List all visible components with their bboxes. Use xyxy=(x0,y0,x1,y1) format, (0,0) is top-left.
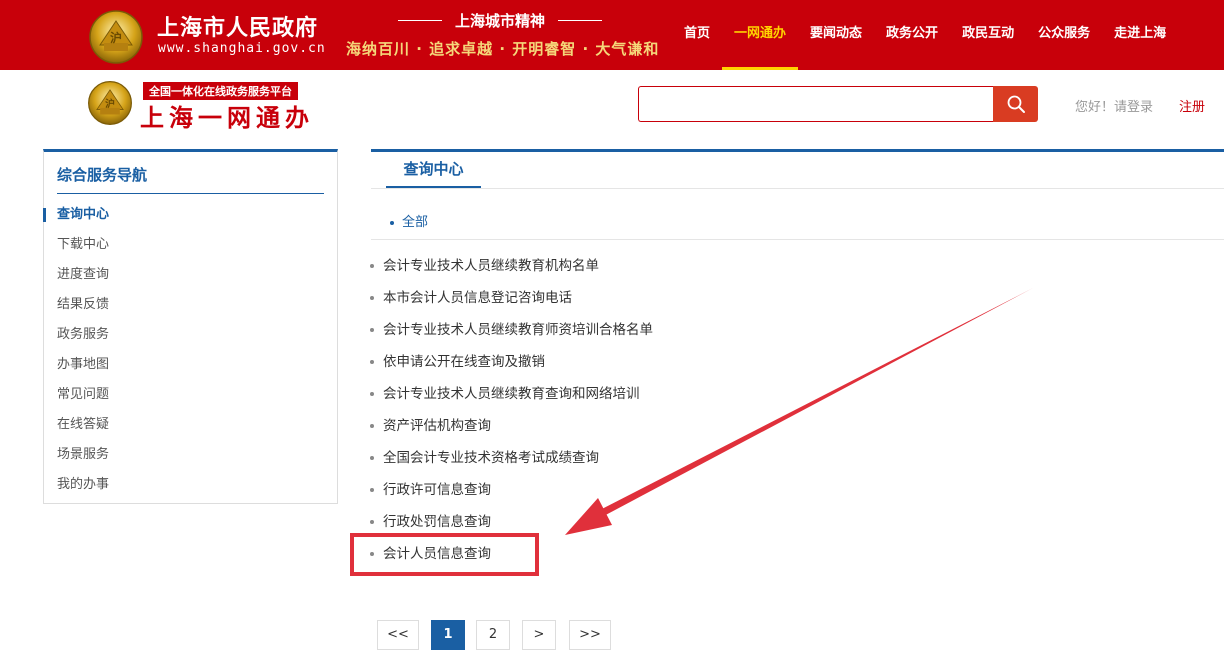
page-first-button[interactable]: << xyxy=(377,620,419,650)
sidebar-item-gov-services[interactable]: 政务服务 xyxy=(44,323,337,353)
sidebar-item-service-map[interactable]: 办事地图 xyxy=(44,353,337,383)
bullet-dot xyxy=(370,520,374,524)
bullet-dot xyxy=(370,392,374,396)
sidebar-item-my-affairs[interactable]: 我的办事 xyxy=(44,473,337,503)
city-spirit-motto: 海纳百川 · 追求卓越 · 开明睿智 · 大气谦和 xyxy=(346,40,660,58)
search-icon xyxy=(1007,95,1025,113)
result-item-label: 会计专业技术人员继续教育师资培训合格名单 xyxy=(383,322,653,338)
bullet-dot xyxy=(390,220,394,225)
result-item-label: 会计人员信息查询 xyxy=(383,546,491,562)
ywtb-title[interactable]: 上海一网通办 xyxy=(140,98,314,133)
svg-text:沪: 沪 xyxy=(105,97,115,110)
nav-item-about-shanghai[interactable]: 走进上海 xyxy=(1102,0,1178,70)
sidebar-item-result-feedback[interactable]: 结果反馈 xyxy=(44,293,337,323)
result-item[interactable]: 行政许可信息查询 xyxy=(370,474,970,506)
sidebar-list: 查询中心 下载中心 进度查询 结果反馈 政务服务 办事地图 常见问题 在线答疑 … xyxy=(43,203,337,503)
result-item[interactable]: 会计专业技术人员继续教育师资培训合格名单 xyxy=(370,314,970,346)
result-item[interactable]: 资产评估机构查询 xyxy=(370,410,970,442)
filter-all-label: 全部 xyxy=(402,215,429,230)
spirit-line-right xyxy=(558,20,602,21)
sidebar-item-download-center[interactable]: 下载中心 xyxy=(44,233,337,263)
top-header: 沪 上海市人民政府 www.shanghai.gov.cn 上海城市精神 海纳百… xyxy=(0,0,1224,70)
bullet-dot xyxy=(370,552,374,556)
nav-item-news[interactable]: 要闻动态 xyxy=(798,0,874,70)
sidebar-item-online-qa[interactable]: 在线答疑 xyxy=(44,413,337,443)
nav-item-yiwangtongban[interactable]: 一网通办 xyxy=(722,0,799,70)
result-item[interactable]: 会计专业技术人员继续教育机构名单 xyxy=(370,250,970,282)
sidebar-title: 综合服务导航 xyxy=(57,166,148,184)
sidebar-item-faq[interactable]: 常见问题 xyxy=(44,383,337,413)
content-topline xyxy=(371,149,1224,152)
tab-query-center[interactable]: 查询中心 xyxy=(386,152,481,188)
sidebar-item-scene-services[interactable]: 场景服务 xyxy=(44,443,337,473)
bullet-dot xyxy=(370,456,374,460)
result-item-label: 会计专业技术人员继续教育查询和网络培训 xyxy=(383,386,640,402)
page-last-button[interactable]: >> xyxy=(569,620,611,650)
page-next-button[interactable]: > xyxy=(522,620,556,650)
svg-text:沪: 沪 xyxy=(110,30,122,45)
ywtb-emblem-icon[interactable]: 沪 xyxy=(87,80,133,126)
result-item[interactable]: 全国会计专业技术资格考试成绩查询 xyxy=(370,442,970,474)
result-item-label: 资产评估机构查询 xyxy=(383,418,491,434)
bullet-dot xyxy=(370,328,374,332)
result-item-label: 本市会计人员信息登记咨询电话 xyxy=(383,290,572,306)
result-item-label: 全国会计专业技术资格考试成绩查询 xyxy=(383,450,599,466)
register-link[interactable]: 注册 xyxy=(1179,96,1205,115)
nav-item-interaction[interactable]: 政民互动 xyxy=(950,0,1026,70)
content-tab-divider xyxy=(371,188,1224,189)
result-item-accountant-info-query[interactable]: 会计人员信息查询 xyxy=(370,538,970,570)
result-item[interactable]: 行政处罚信息查询 xyxy=(370,506,970,538)
bullet-dot xyxy=(370,296,374,300)
result-item[interactable]: 本市会计人员信息登记咨询电话 xyxy=(370,282,970,314)
nav-item-public-services[interactable]: 公众服务 xyxy=(1026,0,1102,70)
result-item-label: 会计专业技术人员继续教育机构名单 xyxy=(383,258,599,274)
bullet-dot xyxy=(370,488,374,492)
sidebar-divider xyxy=(57,193,324,194)
bullet-dot xyxy=(370,424,374,428)
result-item[interactable]: 依申请公开在线查询及撤销 xyxy=(370,346,970,378)
login-link[interactable]: 您好！请登录 xyxy=(1075,96,1153,115)
result-list: 会计专业技术人员继续教育机构名单 本市会计人员信息登记咨询电话 会计专业技术人员… xyxy=(370,250,970,570)
search-button[interactable] xyxy=(993,86,1038,122)
gov-title: 上海市人民政府 xyxy=(157,16,319,41)
bullet-dot xyxy=(370,360,374,364)
search-input[interactable] xyxy=(638,86,994,122)
result-item[interactable]: 会计专业技术人员继续教育查询和网络培训 xyxy=(370,378,970,410)
filter-all[interactable]: 全部 xyxy=(390,211,428,230)
sidebar-item-query-center[interactable]: 查询中心 xyxy=(43,203,337,233)
page-1-button[interactable]: 1 xyxy=(431,620,465,650)
result-item-label: 行政处罚信息查询 xyxy=(383,514,491,530)
nav-item-gov-affairs[interactable]: 政务公开 xyxy=(874,0,950,70)
page-2-button[interactable]: 2 xyxy=(476,620,510,650)
shanghai-emblem-icon: 沪 xyxy=(89,10,143,64)
result-item-label: 行政许可信息查询 xyxy=(383,482,491,498)
bullet-dot xyxy=(370,264,374,268)
result-item-label: 依申请公开在线查询及撤销 xyxy=(383,354,545,370)
main-nav: 首页 一网通办 要闻动态 政务公开 政民互动 公众服务 走进上海 xyxy=(672,0,1178,70)
nav-item-home[interactable]: 首页 xyxy=(672,0,722,70)
sidebar: 综合服务导航 查询中心 下载中心 进度查询 结果反馈 政务服务 办事地图 常见问… xyxy=(43,149,338,504)
gov-url: www.shanghai.gov.cn xyxy=(158,41,326,56)
filter-divider xyxy=(371,239,1224,240)
sidebar-item-progress-query[interactable]: 进度查询 xyxy=(44,263,337,293)
